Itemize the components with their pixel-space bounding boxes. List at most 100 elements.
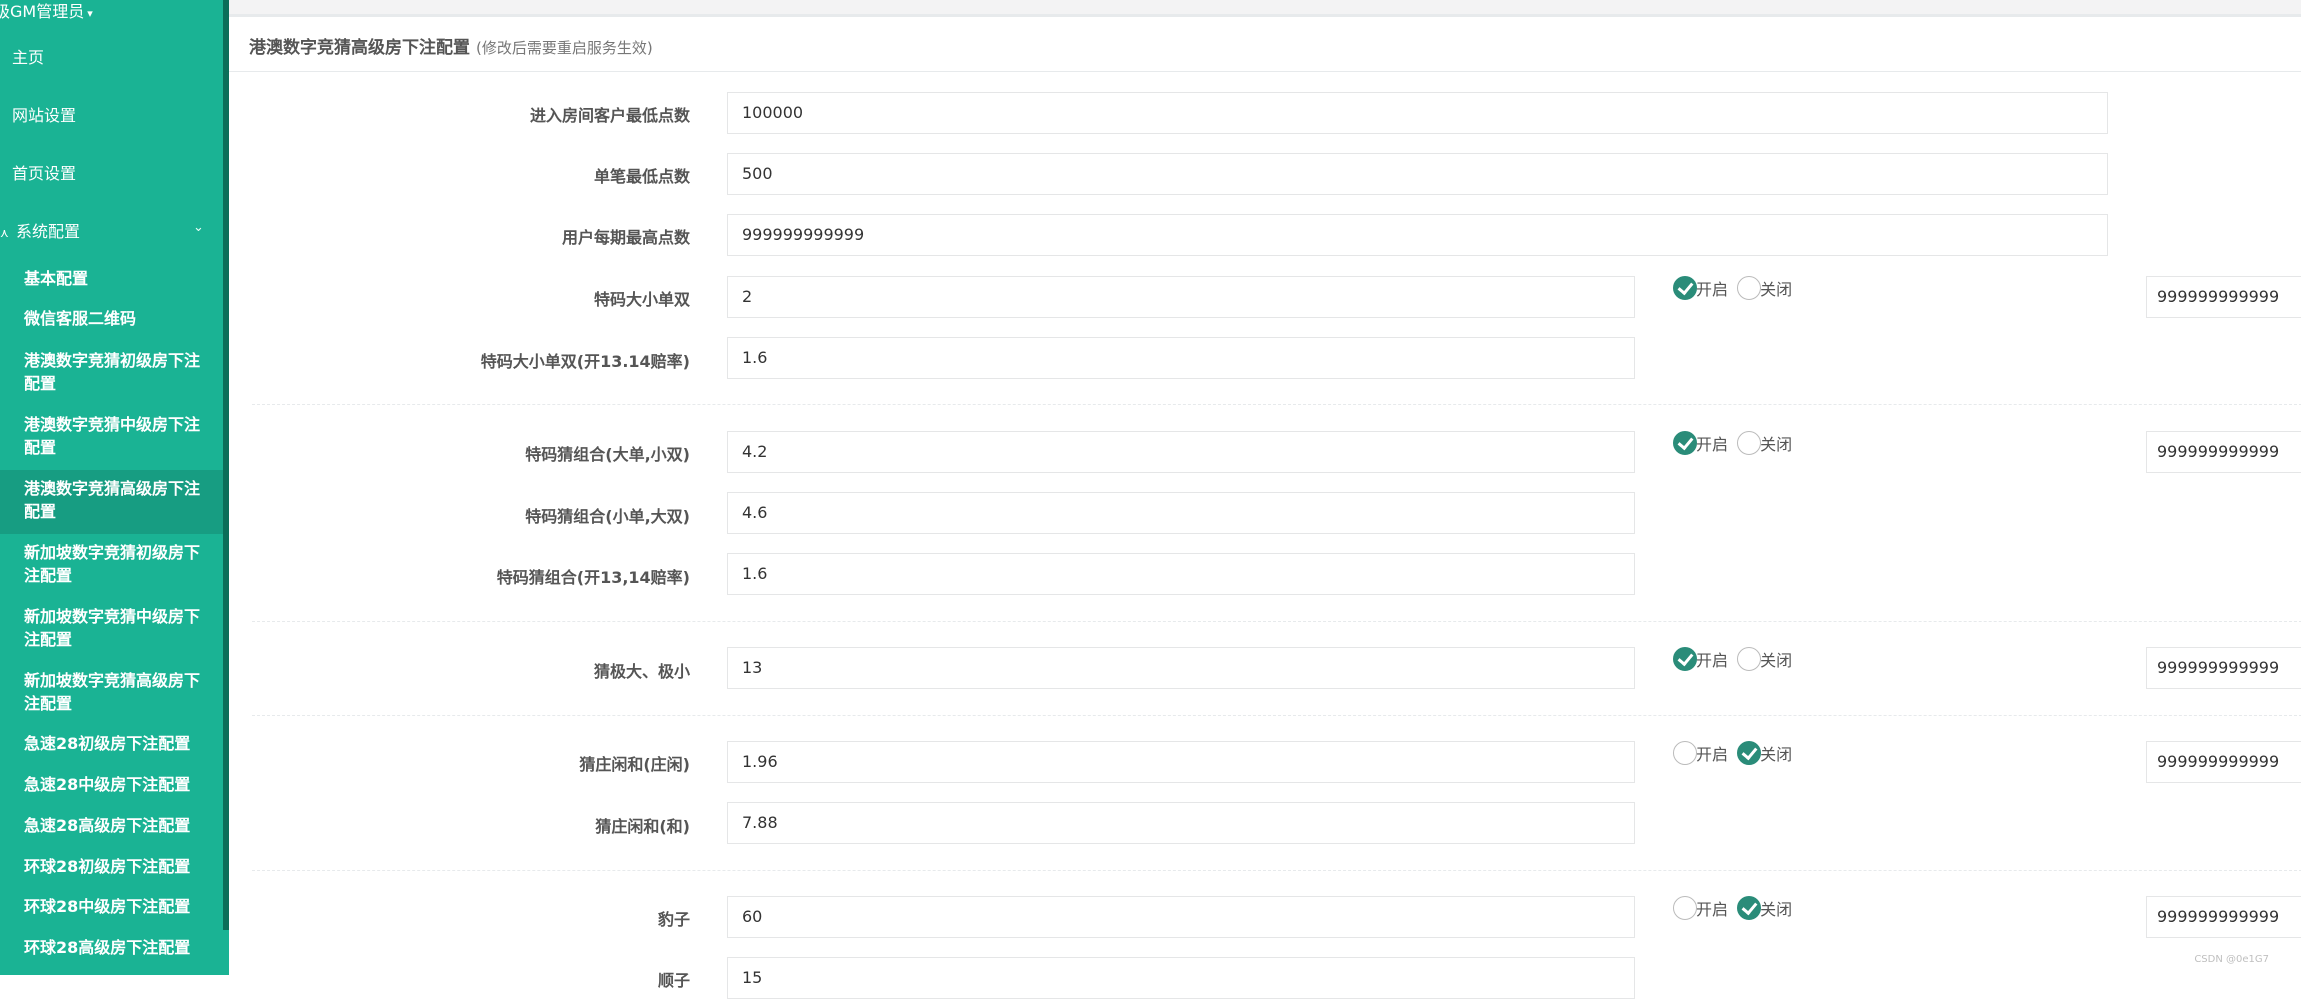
nav-homepage-settings-label: 首页设置 — [12, 164, 77, 183]
extreme-label: 猜极大、极小 — [593, 662, 690, 681]
sidebar-item-hkmo-middle[interactable]: 港澳数字竞猜中级房下注配置 — [0, 413, 223, 459]
radio-on-label: 开启 — [1696, 900, 1729, 919]
sidebar-item-js28-senior[interactable]: 急速28高级房下注配置 — [0, 814, 223, 837]
min-entry-points-label: 进入房间客户最低点数 — [529, 106, 690, 125]
min-bet-points-input[interactable]: 500 — [727, 153, 2108, 195]
sidebar-item-label: 急速28初级房下注配置 — [24, 734, 191, 753]
checked-icon — [1737, 896, 1762, 920]
sidebar-item-label: 环球28初级房下注配置 — [24, 857, 191, 876]
combo-big-odd-input[interactable]: 4.2 — [727, 431, 1635, 473]
user-menu[interactable]: 级GM管理员 ▾ — [0, 0, 93, 22]
sidebar-item-label: 新加坡数字竞猜中级房下注配置 — [24, 607, 201, 649]
leopard-max-input[interactable]: 999999999999 — [2146, 896, 2301, 938]
combo-off-radio[interactable]: 关闭 — [1737, 431, 1792, 455]
banker-player-label: 猜庄闲和(庄闲) — [579, 755, 690, 774]
sidebar-item-label: 基本配置 — [24, 269, 89, 288]
max-user-points-input[interactable]: 999999999999 — [727, 214, 2108, 256]
extreme-off-radio[interactable]: 关闭 — [1737, 647, 1792, 671]
straight-input[interactable]: 15 — [727, 957, 1635, 999]
banker-player-max-input[interactable]: 999999999999 — [2146, 741, 2301, 783]
leopard-off-radio[interactable]: 关闭 — [1737, 896, 1792, 920]
combo-toggle: 开启 关闭 — [1673, 431, 1796, 459]
sidebar-item-label: 港澳数字竞猜初级房下注配置 — [24, 351, 201, 393]
sidebar-item-label: 微信客服二维码 — [24, 309, 137, 328]
min-entry-points-input[interactable]: 100000 — [727, 92, 2108, 134]
sidebar-scrollbar[interactable] — [223, 0, 229, 930]
sidebar-item-basic-config[interactable]: 基本配置 — [0, 267, 223, 290]
special-bsoe-on-radio[interactable]: 开启 — [1673, 276, 1728, 300]
min-bet-points-label: 单笔最低点数 — [593, 167, 690, 186]
radio-off-label: 关闭 — [1760, 900, 1793, 919]
panel-header: 港澳数字竞猜高级房下注配置 (修改后需要重启服务生效) — [229, 17, 2301, 72]
sidebar-item-label: 环球28中级房下注配置 — [24, 897, 191, 916]
sidebar-item-sg-junior[interactable]: 新加坡数字竞猜初级房下注配置 — [0, 541, 223, 587]
special-bsoe-1314-input[interactable]: 1.6 — [727, 337, 1635, 379]
unchecked-icon — [1673, 741, 1697, 765]
special-bsoe-toggle: 开启 关闭 — [1673, 276, 1796, 304]
banker-player-on-radio[interactable]: 开启 — [1673, 741, 1728, 765]
sidebar-item-hq28-middle[interactable]: 环球28中级房下注配置 — [0, 895, 223, 918]
radio-off-label: 关闭 — [1760, 651, 1793, 670]
extreme-on-radio[interactable]: 开启 — [1673, 647, 1728, 671]
sidebar: 级GM管理员 ▾ 主页 网站设置 首页设置 ⋏ 系统配置 ⌄ 基本配置 微信客服二维… — [0, 0, 229, 975]
nav-site-settings-label: 网站设置 — [12, 106, 77, 125]
combo-on-radio[interactable]: 开启 — [1673, 431, 1728, 455]
max-user-points-label: 用户每期最高点数 — [561, 228, 690, 247]
extreme-toggle: 开启 关闭 — [1673, 647, 1796, 675]
unchecked-icon — [1737, 431, 1762, 455]
sidebar-item-label: 新加坡数字竞猜初级房下注配置 — [24, 543, 201, 585]
sidebar-item-label: 港澳数字竞猜中级房下注配置 — [24, 415, 201, 457]
sidebar-item-sg-senior[interactable]: 新加坡数字竞猜高级房下注配置 — [0, 669, 223, 715]
radio-off-label: 关闭 — [1760, 745, 1793, 764]
sidebar-item-hq28-junior[interactable]: 环球28初级房下注配置 — [0, 855, 223, 878]
combo-1314-input[interactable]: 1.6 — [727, 553, 1635, 595]
sidebar-item-hkmo-junior[interactable]: 港澳数字竞猜初级房下注配置 — [0, 349, 223, 395]
special-bsoe-off-radio[interactable]: 关闭 — [1737, 276, 1792, 300]
sidebar-item-wechat-qr[interactable]: 微信客服二维码 — [0, 307, 223, 330]
top-strip — [229, 0, 2301, 17]
caret-down-icon: ▾ — [87, 7, 93, 20]
sidebar-item-js28-junior[interactable]: 急速28初级房下注配置 — [0, 732, 223, 755]
sidebar-item-label: 港澳数字竞猜高级房下注配置 — [24, 479, 201, 521]
nav-system-config-label: 系统配置 — [16, 222, 81, 241]
nav-homepage-settings[interactable]: 首页设置 — [12, 160, 76, 184]
watermark: CSDN @0e1G7 — [2194, 954, 2269, 965]
leopard-toggle: 开启 关闭 — [1673, 896, 1796, 924]
checked-icon — [1673, 647, 1697, 671]
banker-player-input[interactable]: 1.96 — [727, 741, 1635, 783]
divider — [252, 715, 2301, 716]
extreme-input[interactable]: 13 — [727, 647, 1635, 689]
leopard-on-radio[interactable]: 开启 — [1673, 896, 1728, 920]
sidebar-item-label: 环球28高级房下注配置 — [24, 938, 191, 957]
banker-player-off-radio[interactable]: 关闭 — [1737, 741, 1792, 765]
combo-small-odd-input[interactable]: 4.6 — [727, 492, 1635, 534]
radio-off-label: 关闭 — [1760, 280, 1793, 299]
tie-label: 猜庄闲和(和) — [595, 817, 690, 836]
sidebar-item-hkmo-senior[interactable]: 港澳数字竞猜高级房下注配置 — [0, 470, 223, 534]
divider — [252, 621, 2301, 622]
special-bsoe-label: 特码大小单双 — [593, 290, 690, 309]
page-title-text: 港澳数字竞猜高级房下注配置 — [249, 38, 470, 58]
nav-home[interactable]: 主页 — [12, 44, 44, 68]
user-label: 级GM管理员 — [0, 2, 85, 21]
sidebar-item-hq28-senior[interactable]: 环球28高级房下注配置 — [0, 936, 223, 959]
unchecked-icon — [1737, 276, 1762, 300]
divider — [252, 870, 2301, 871]
nav-system-config[interactable]: ⋏ 系统配置 — [0, 218, 80, 242]
checked-icon — [1737, 741, 1762, 765]
radio-on-label: 开启 — [1696, 651, 1729, 670]
checked-icon — [1673, 276, 1697, 300]
tie-input[interactable]: 7.88 — [727, 802, 1635, 844]
radio-on-label: 开启 — [1696, 745, 1729, 764]
nav-site-settings[interactable]: 网站设置 — [12, 102, 76, 126]
extreme-max-input[interactable]: 999999999999 — [2146, 647, 2301, 689]
special-bsoe-1314-label: 特码大小单双(开13.14赔率) — [480, 352, 690, 371]
checked-icon — [1673, 431, 1697, 455]
leopard-label: 豹子 — [657, 910, 690, 929]
sidebar-item-js28-middle[interactable]: 急速28中级房下注配置 — [0, 773, 223, 796]
sidebar-item-sg-middle[interactable]: 新加坡数字竞猜中级房下注配置 — [0, 605, 223, 651]
special-bsoe-max-input[interactable]: 999999999999 — [2146, 276, 2301, 318]
leopard-input[interactable]: 60 — [727, 896, 1635, 938]
special-bsoe-input[interactable]: 2 — [727, 276, 1635, 318]
combo-max-input[interactable]: 999999999999 — [2146, 431, 2301, 473]
